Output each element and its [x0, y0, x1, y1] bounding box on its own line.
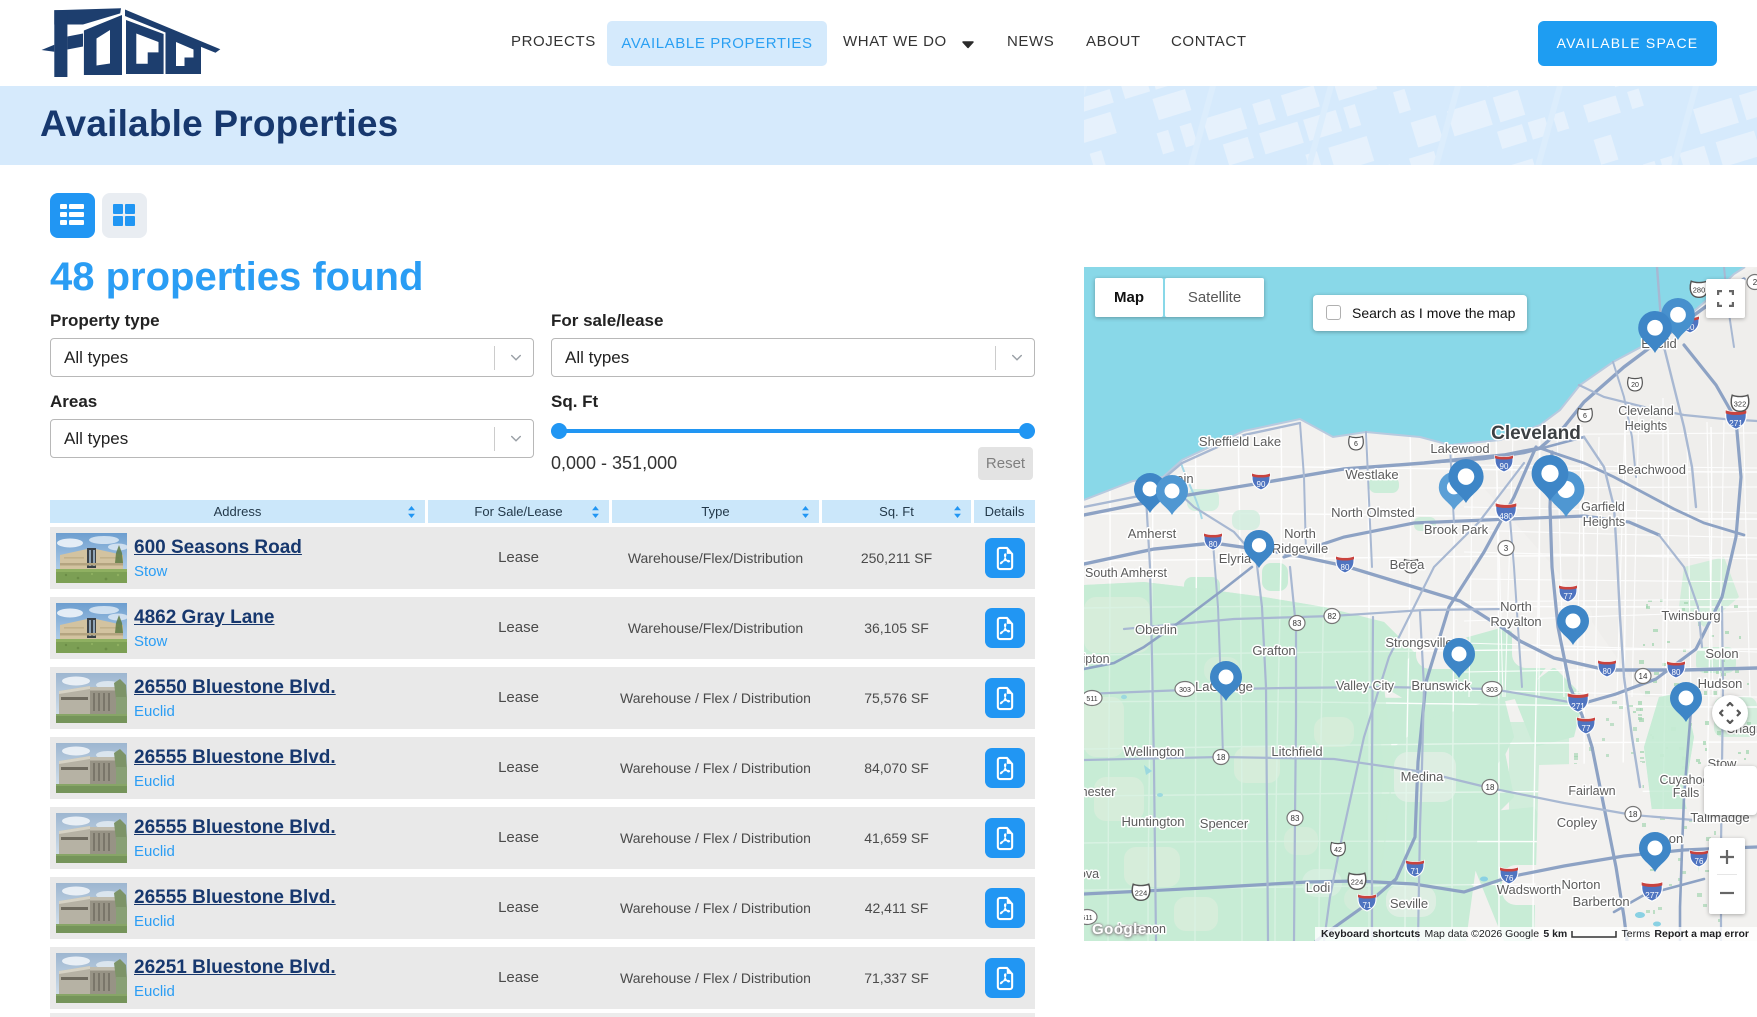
- svg-text:Ridgeville: Ridgeville: [1272, 541, 1328, 556]
- svg-text:Oberlin: Oberlin: [1135, 622, 1177, 637]
- svg-text:Fairlawn: Fairlawn: [1568, 784, 1615, 798]
- svg-text:North: North: [1500, 599, 1532, 614]
- svg-text:Sheffield Lake: Sheffield Lake: [1199, 434, 1281, 449]
- svg-text:224: 224: [1351, 877, 1363, 886]
- svg-text:Lodi: Lodi: [1306, 880, 1331, 895]
- svg-text:303: 303: [1486, 687, 1498, 694]
- svg-text:18: 18: [1486, 783, 1495, 792]
- svg-text:80: 80: [1209, 540, 1218, 549]
- svg-text:271: 271: [1571, 702, 1585, 711]
- svg-text:322: 322: [1734, 399, 1746, 408]
- svg-text:Strongsville: Strongsville: [1385, 635, 1452, 650]
- svg-text:ova: ova: [1084, 867, 1099, 881]
- svg-text:6: 6: [1583, 413, 1587, 420]
- svg-text:Copley: Copley: [1557, 815, 1598, 830]
- svg-text:77: 77: [1582, 724, 1591, 733]
- svg-text:76: 76: [1695, 857, 1704, 866]
- svg-text:Falls: Falls: [1673, 786, 1699, 800]
- svg-text:2: 2: [1753, 278, 1757, 287]
- svg-text:20: 20: [1631, 382, 1639, 389]
- svg-text:80: 80: [1603, 667, 1612, 676]
- svg-text:280: 280: [1693, 285, 1705, 294]
- svg-text:Brunswick: Brunswick: [1411, 678, 1471, 693]
- svg-text:Wadsworth: Wadsworth: [1497, 882, 1562, 897]
- svg-text:Medina: Medina: [1401, 769, 1444, 784]
- svg-text:Valley City: Valley City: [1336, 679, 1395, 693]
- svg-text:Amherst: Amherst: [1128, 526, 1177, 541]
- svg-text:North Olmsted: North Olmsted: [1331, 505, 1415, 520]
- svg-text:Royalton: Royalton: [1490, 614, 1541, 629]
- svg-text:Cleveland: Cleveland: [1491, 423, 1581, 444]
- svg-text:Twinsburg: Twinsburg: [1661, 608, 1720, 623]
- svg-text:Westlake: Westlake: [1345, 467, 1398, 482]
- svg-text:90: 90: [1257, 480, 1266, 489]
- svg-text:480: 480: [1499, 512, 1513, 521]
- svg-text:271: 271: [1729, 419, 1743, 428]
- svg-text:Huntington: Huntington: [1122, 814, 1185, 829]
- svg-text:303: 303: [1179, 687, 1191, 694]
- svg-text:277: 277: [1645, 891, 1659, 900]
- svg-text:Berea: Berea: [1390, 557, 1425, 572]
- svg-text:Seville: Seville: [1390, 896, 1428, 911]
- svg-text:14: 14: [1639, 672, 1648, 681]
- svg-text:on: on: [1669, 831, 1683, 846]
- svg-text:Wellington: Wellington: [1124, 744, 1184, 759]
- svg-text:Litchfield: Litchfield: [1271, 744, 1322, 759]
- svg-text:Hudson: Hudson: [1698, 676, 1743, 691]
- svg-text:80: 80: [1672, 668, 1681, 677]
- svg-text:ipton: ipton: [1084, 652, 1110, 666]
- svg-text:Heights: Heights: [1625, 419, 1667, 433]
- svg-text:71: 71: [1363, 901, 1372, 910]
- svg-text:Brook Park: Brook Park: [1424, 522, 1489, 537]
- svg-text:South Amherst: South Amherst: [1085, 566, 1168, 580]
- svg-text:6: 6: [1354, 441, 1358, 448]
- svg-text:80: 80: [1341, 563, 1350, 572]
- svg-text:hester: hester: [1084, 785, 1115, 799]
- svg-text:77: 77: [1564, 592, 1573, 601]
- svg-text:Garfield: Garfield: [1581, 500, 1625, 514]
- svg-text:82: 82: [1328, 612, 1337, 621]
- svg-text:224: 224: [1135, 888, 1147, 897]
- svg-text:90: 90: [1500, 462, 1509, 471]
- svg-text:Cleveland: Cleveland: [1618, 404, 1674, 418]
- svg-text:Spencer: Spencer: [1200, 816, 1249, 831]
- svg-text:83: 83: [1291, 814, 1300, 823]
- svg-text:511: 511: [1086, 696, 1097, 703]
- svg-text:18: 18: [1217, 753, 1226, 762]
- svg-text:3: 3: [1504, 544, 1509, 553]
- svg-text:Norton: Norton: [1561, 877, 1600, 892]
- svg-text:Barberton: Barberton: [1572, 894, 1629, 909]
- svg-text:18: 18: [1629, 810, 1638, 819]
- svg-text:83: 83: [1293, 619, 1302, 628]
- svg-text:Solon: Solon: [1705, 646, 1738, 661]
- svg-text:Lakewood: Lakewood: [1430, 441, 1489, 456]
- svg-text:Grafton: Grafton: [1252, 643, 1295, 658]
- svg-text:Heights: Heights: [1583, 515, 1625, 529]
- svg-text:Beachwood: Beachwood: [1618, 462, 1686, 477]
- svg-text:71: 71: [1411, 867, 1420, 876]
- svg-text:North: North: [1284, 526, 1316, 541]
- svg-text:42: 42: [1334, 847, 1342, 854]
